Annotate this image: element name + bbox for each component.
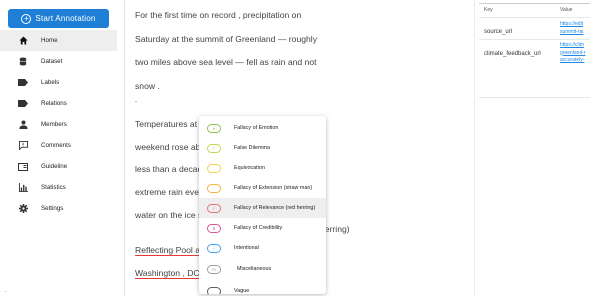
- sidebar-item-members[interactable]: Members: [0, 114, 117, 135]
- text-line[interactable]: -: [135, 99, 137, 105]
- comment-icon: [18, 141, 28, 151]
- annotated-span[interactable]: Reflecting Pool a: [135, 245, 200, 255]
- label-icon: [18, 99, 28, 109]
- menu-item-fallacy-of-extension[interactable]: Fallacy of Extension (straw man): [199, 178, 326, 198]
- menu-item-miscellaneous[interactable]: m Miscellaneous: [199, 259, 326, 279]
- play-circle-icon: +: [21, 13, 32, 24]
- link-line[interactable]: accurately-: [560, 57, 590, 65]
- menu-item-label: Fallacy of Extension (straw man): [234, 185, 313, 191]
- panel-divider: [474, 0, 475, 296]
- sidebar-item-label: Members: [41, 121, 67, 128]
- sidebar-item-label: Guideline: [41, 163, 68, 170]
- menu-item-false-dilemma[interactable]: f False Dilemma: [199, 138, 326, 158]
- sidebar-item-label: Home: [41, 37, 58, 44]
- text-line[interactable]: snow .: [135, 81, 160, 91]
- sidebar-item-labels[interactable]: Labels: [0, 72, 117, 93]
- menu-item-fallacy-of-credibility[interactable]: b Fallacy of Credibility: [199, 218, 326, 238]
- sidebar-item-comments[interactable]: Comments: [0, 135, 117, 156]
- menu-item-label: Fallacy of Emotion: [234, 125, 279, 131]
- link-line[interactable]: summit-rai: [560, 29, 590, 37]
- shortcut-key-badge: f: [207, 143, 221, 153]
- sidebar-item-label: Statistics: [41, 184, 66, 191]
- shortcut-key-badge: m: [207, 264, 221, 274]
- sidebar-item-settings[interactable]: Settings: [0, 198, 117, 219]
- start-annotation-label: Start Annotation: [35, 14, 96, 23]
- sidebar-item-label: Labels: [41, 79, 60, 86]
- menu-item-label: Miscellaneous: [237, 266, 272, 272]
- sidebar-item-home[interactable]: Home: [0, 30, 117, 51]
- link-line[interactable]: https://clim: [560, 42, 590, 50]
- menu-item-label: Fallacy of Relevance (red herring): [234, 205, 316, 211]
- shortcut-key-badge: e: [207, 123, 221, 133]
- shortcut-key-badge: [207, 286, 221, 294]
- menu-item-fallacy-of-emotion[interactable]: e Fallacy of Emotion: [199, 118, 326, 138]
- home-icon: [18, 36, 28, 46]
- sidebar-item-statistics[interactable]: Statistics: [0, 177, 117, 198]
- link-line[interactable]: https://edit: [560, 21, 590, 29]
- row-divider: [479, 17, 590, 18]
- sidebar: + Start Annotation Home Dataset Labels R…: [0, 0, 117, 296]
- menu-item-intentional[interactable]: i Intentional: [199, 238, 326, 258]
- text-line[interactable]: Saturday at the summit of Greenland — ro…: [135, 34, 317, 44]
- sidebar-item-guideline[interactable]: Guideline: [0, 156, 117, 177]
- column-header-key: Key: [484, 7, 493, 13]
- text-line[interactable]: Temperatures at: [135, 119, 197, 129]
- sidebar-item-label: Relations: [41, 100, 67, 107]
- shortcut-key-badge: r: [207, 203, 221, 213]
- menu-item-label: Equivocation: [234, 165, 265, 171]
- menu-item-label: Vague: [234, 288, 250, 294]
- label-dropdown-menu: e Fallacy of Emotion f False Dilemma Equ…: [199, 116, 326, 294]
- menu-item-label: Fallacy of Credibility: [234, 225, 283, 231]
- metadata-value-link[interactable]: https://clim greenland-r accurately-: [560, 42, 590, 65]
- start-annotation-button[interactable]: + Start Annotation: [8, 9, 109, 28]
- label-icon: [18, 78, 28, 88]
- menu-item-vague[interactable]: Vague: [199, 281, 326, 294]
- metadata-value-link[interactable]: https://edit summit-rai: [560, 21, 590, 36]
- sidebar-item-label: Comments: [41, 142, 71, 149]
- menu-item-label: False Dilemma: [234, 145, 270, 151]
- content-divider: [124, 0, 125, 296]
- menu-item-equivocation[interactable]: Equivocation: [199, 158, 326, 178]
- text-line[interactable]: two miles above sea level — fell as rain…: [135, 57, 317, 67]
- text-line[interactable]: water on the ice s: [135, 210, 202, 220]
- bar-chart-icon: [18, 183, 28, 193]
- link-line[interactable]: greenland-r: [560, 50, 590, 58]
- shortcut-key-badge: [207, 163, 221, 173]
- sidebar-item-label: Dataset: [41, 58, 63, 65]
- shortcut-key-badge: [207, 183, 221, 193]
- text-line[interactable]: extreme rain even: [135, 187, 204, 197]
- shortcut-key-badge: b: [207, 223, 221, 233]
- text-fragment: .: [5, 288, 7, 294]
- menu-item-label: Intentional: [234, 245, 259, 251]
- sidebar-item-label: Settings: [41, 205, 64, 212]
- text-line[interactable]: less than a decad: [135, 164, 202, 174]
- sidebar-item-dataset[interactable]: Dataset: [0, 51, 117, 72]
- column-header-value: Value: [560, 7, 573, 13]
- text-line[interactable]: For the first time on record , precipita…: [135, 10, 301, 20]
- row-divider: [479, 39, 590, 40]
- menu-item-fallacy-of-relevance[interactable]: r Fallacy of Relevance (red herring): [199, 198, 326, 218]
- database-icon: [18, 57, 28, 67]
- person-icon: [18, 120, 28, 130]
- text-line[interactable]: weekend rose ab: [135, 142, 200, 152]
- annotated-span[interactable]: Washington , DC: [135, 268, 200, 278]
- gear-icon: [18, 204, 28, 214]
- sidebar-item-relations[interactable]: Relations: [0, 93, 117, 114]
- shortcut-key-badge: i: [207, 243, 221, 253]
- metadata-key: source_url: [484, 29, 513, 35]
- book-icon: [18, 162, 28, 172]
- metadata-key: climate_feedback_url: [484, 51, 541, 57]
